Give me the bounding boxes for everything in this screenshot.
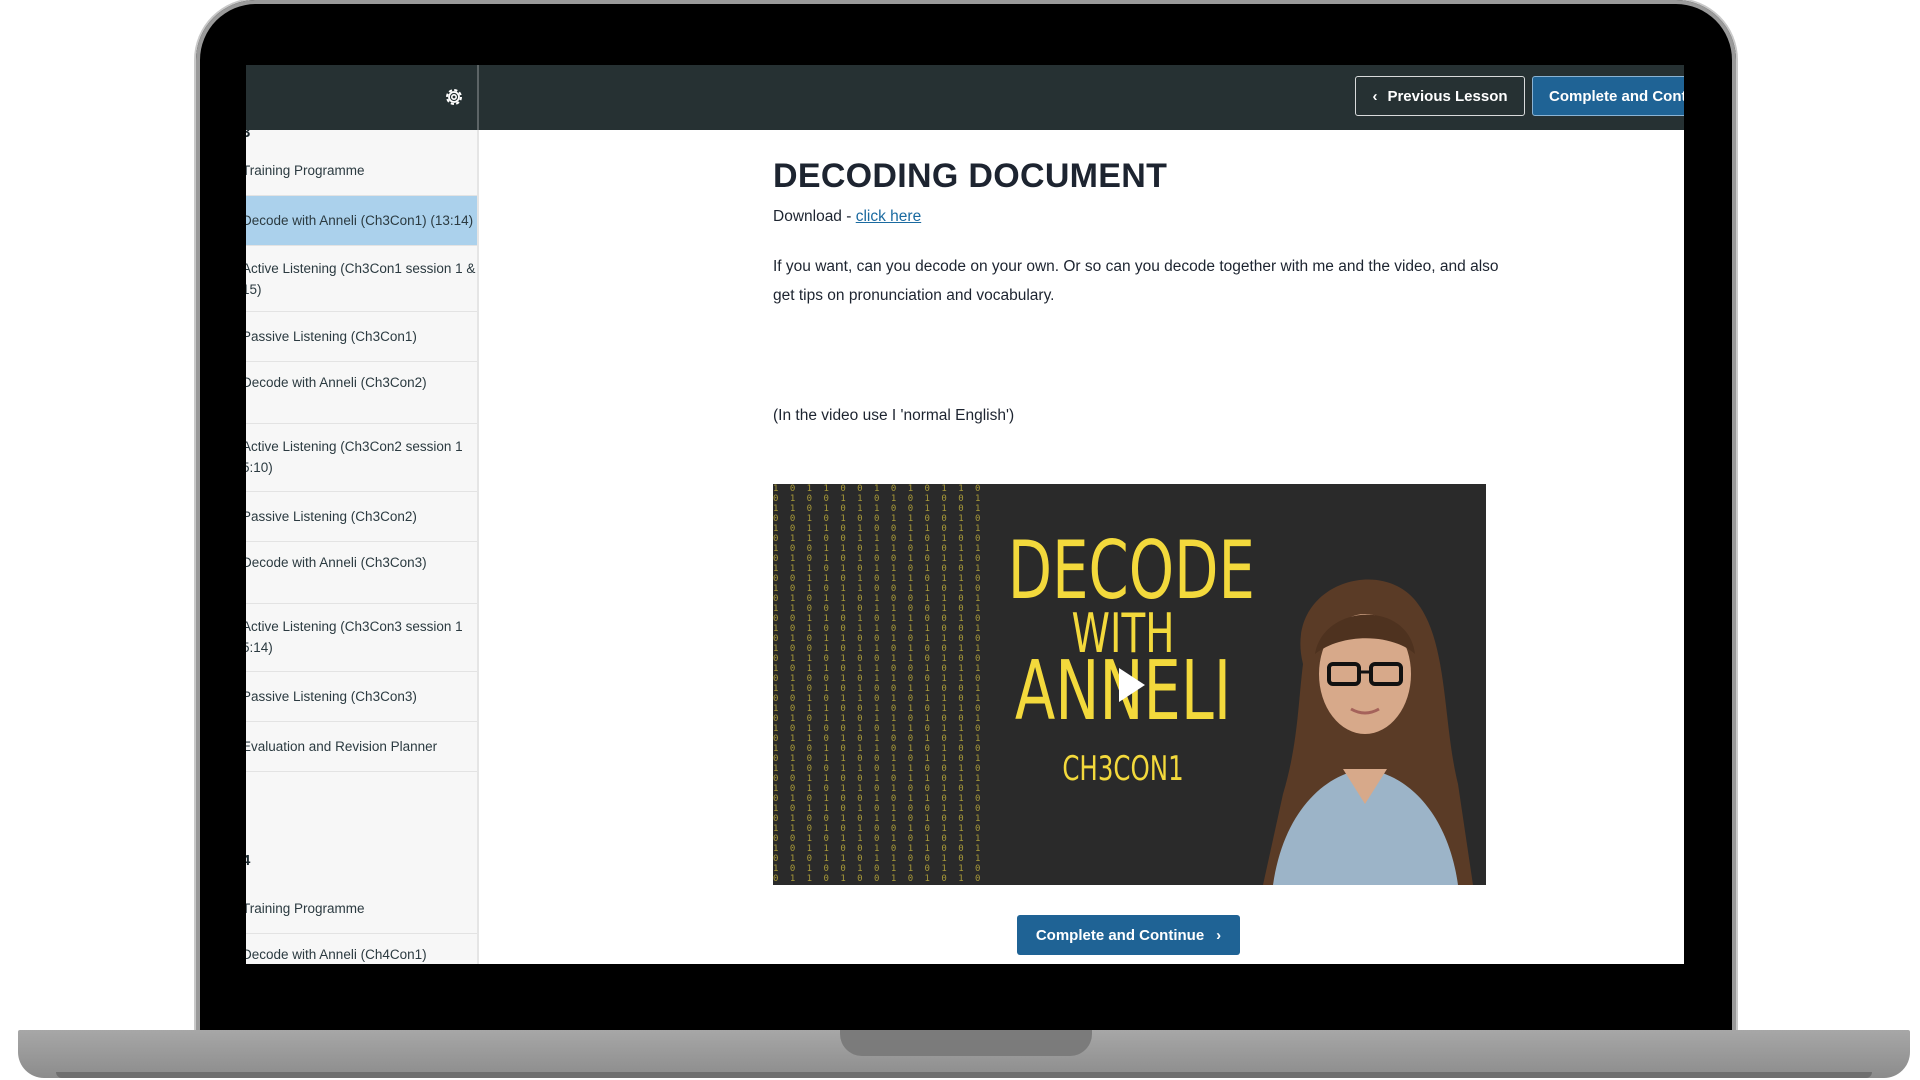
play-icon[interactable] xyxy=(1117,666,1147,704)
lesson-paragraph: If you want, can you decode on your own.… xyxy=(773,258,1499,304)
video-player[interactable]: 1 0 1 1 0 0 1 0 1 0 1 1 0 1 0 1 1 0 1 0 … xyxy=(773,484,1486,885)
laptop-feet xyxy=(56,1072,1872,1078)
lesson-title: DECODING DOCUMENT xyxy=(773,157,1168,195)
sidebar-item-label: Active Listening (Ch3Con3 session 1 xyxy=(246,619,463,634)
sidebar-item-label: Passive Listening (Ch3Con3) xyxy=(246,689,417,704)
download-prefix: Download - xyxy=(773,208,856,225)
topbar: ‹ Previous Lesson Complete and Continue xyxy=(246,65,1684,130)
sidebar-item-label-line2: ) xyxy=(246,576,247,591)
sidebar-item-label: Training Programme xyxy=(246,163,365,178)
sidebar-section-heading: 4 xyxy=(246,852,250,869)
sidebar-item[interactable]: Active Listening (Ch3Con3 session 1 5:14… xyxy=(246,604,477,672)
sidebar-item[interactable]: Passive Listening (Ch3Con1) xyxy=(246,312,477,362)
chevron-left-icon: ‹ xyxy=(1372,87,1378,105)
sidebar-item-label: Active Listening (Ch3Con1 session 1 & xyxy=(246,261,476,276)
previous-lesson-button[interactable]: ‹ Previous Lesson xyxy=(1355,76,1525,116)
screen: ‹ Previous Lesson Complete and Continue … xyxy=(246,65,1684,964)
sidebar-item-label: Evaluation and Revision Planner xyxy=(246,739,438,754)
sidebar-item[interactable]: Decode with Anneli (Ch3Con3) ) xyxy=(246,542,477,604)
sidebar-item[interactable]: Decode with Anneli (Ch4Con1) xyxy=(246,934,477,964)
download-link[interactable]: click here xyxy=(856,208,921,225)
sidebar-item-label: Decode with Anneli (Ch3Con1) (13:14) xyxy=(246,213,474,228)
previous-lesson-label: Previous Lesson xyxy=(1387,87,1508,105)
sidebar-item-label-line2: ) xyxy=(246,396,247,411)
sidebar-item-label: Active Listening (Ch3Con2 session 1 xyxy=(246,439,463,454)
sidebar-item-label: Decode with Anneli (Ch3Con3) xyxy=(246,555,427,570)
sidebar-item-active[interactable]: Decode with Anneli (Ch3Con1) (13:14) xyxy=(246,196,477,246)
laptop-notch xyxy=(840,1030,1092,1056)
sidebar-item-label-line2: 5:14) xyxy=(246,640,273,655)
sidebar-item[interactable]: Evaluation and Revision Planner xyxy=(246,722,477,772)
sidebar-item-label: Training Programme xyxy=(246,901,365,916)
complete-and-continue-button[interactable]: Complete and Continue › xyxy=(1017,915,1240,955)
complete-top-label: Complete and Continue xyxy=(1549,87,1684,105)
gear-icon[interactable] xyxy=(442,85,466,109)
presenter-portrait xyxy=(1263,579,1473,885)
sidebar: 3 Training Programme Decode with Anneli … xyxy=(246,130,479,964)
sidebar-item[interactable]: Decode with Anneli (Ch3Con2) ) xyxy=(246,362,477,424)
sidebar-item[interactable]: Active Listening (Ch3Con1 session 1 & 15… xyxy=(246,246,477,312)
thumbnail-text-line4: CH3CON1 xyxy=(1062,749,1184,789)
lesson-note: (In the video use I 'normal English') xyxy=(773,407,1015,424)
sidebar-item-label: Passive Listening (Ch3Con2) xyxy=(246,509,417,524)
complete-bottom-label: Complete and Continue xyxy=(1035,926,1205,944)
sidebar-section-top: 3 xyxy=(246,130,250,141)
sidebar-item[interactable]: Passive Listening (Ch3Con3) xyxy=(246,672,477,722)
chevron-right-icon: › xyxy=(1216,926,1222,944)
topbar-left xyxy=(246,65,477,130)
sidebar-item[interactable]: Passive Listening (Ch3Con2) xyxy=(246,492,477,542)
sidebar-item-label: Decode with Anneli (Ch4Con1) xyxy=(246,947,427,962)
sidebar-item-label-line2: 15) xyxy=(246,282,262,297)
sidebar-item[interactable]: Active Listening (Ch3Con2 session 1 5:10… xyxy=(246,424,477,492)
sidebar-item-label: Passive Listening (Ch3Con1) xyxy=(246,329,417,344)
sidebar-item-label-line2: 5:10) xyxy=(246,460,273,475)
sidebar-item[interactable]: Training Programme xyxy=(246,884,477,934)
complete-and-continue-top-button[interactable]: Complete and Continue xyxy=(1532,76,1684,116)
sidebar-item-label: Decode with Anneli (Ch3Con2) xyxy=(246,375,427,390)
sidebar-item[interactable]: Training Programme xyxy=(246,146,477,196)
binary-rain-decoration: 1 0 1 1 0 0 1 0 1 0 1 1 0 1 0 1 1 0 1 0 … xyxy=(773,484,981,884)
topbar-divider xyxy=(477,65,479,130)
download-row: Download - click here xyxy=(773,208,921,226)
